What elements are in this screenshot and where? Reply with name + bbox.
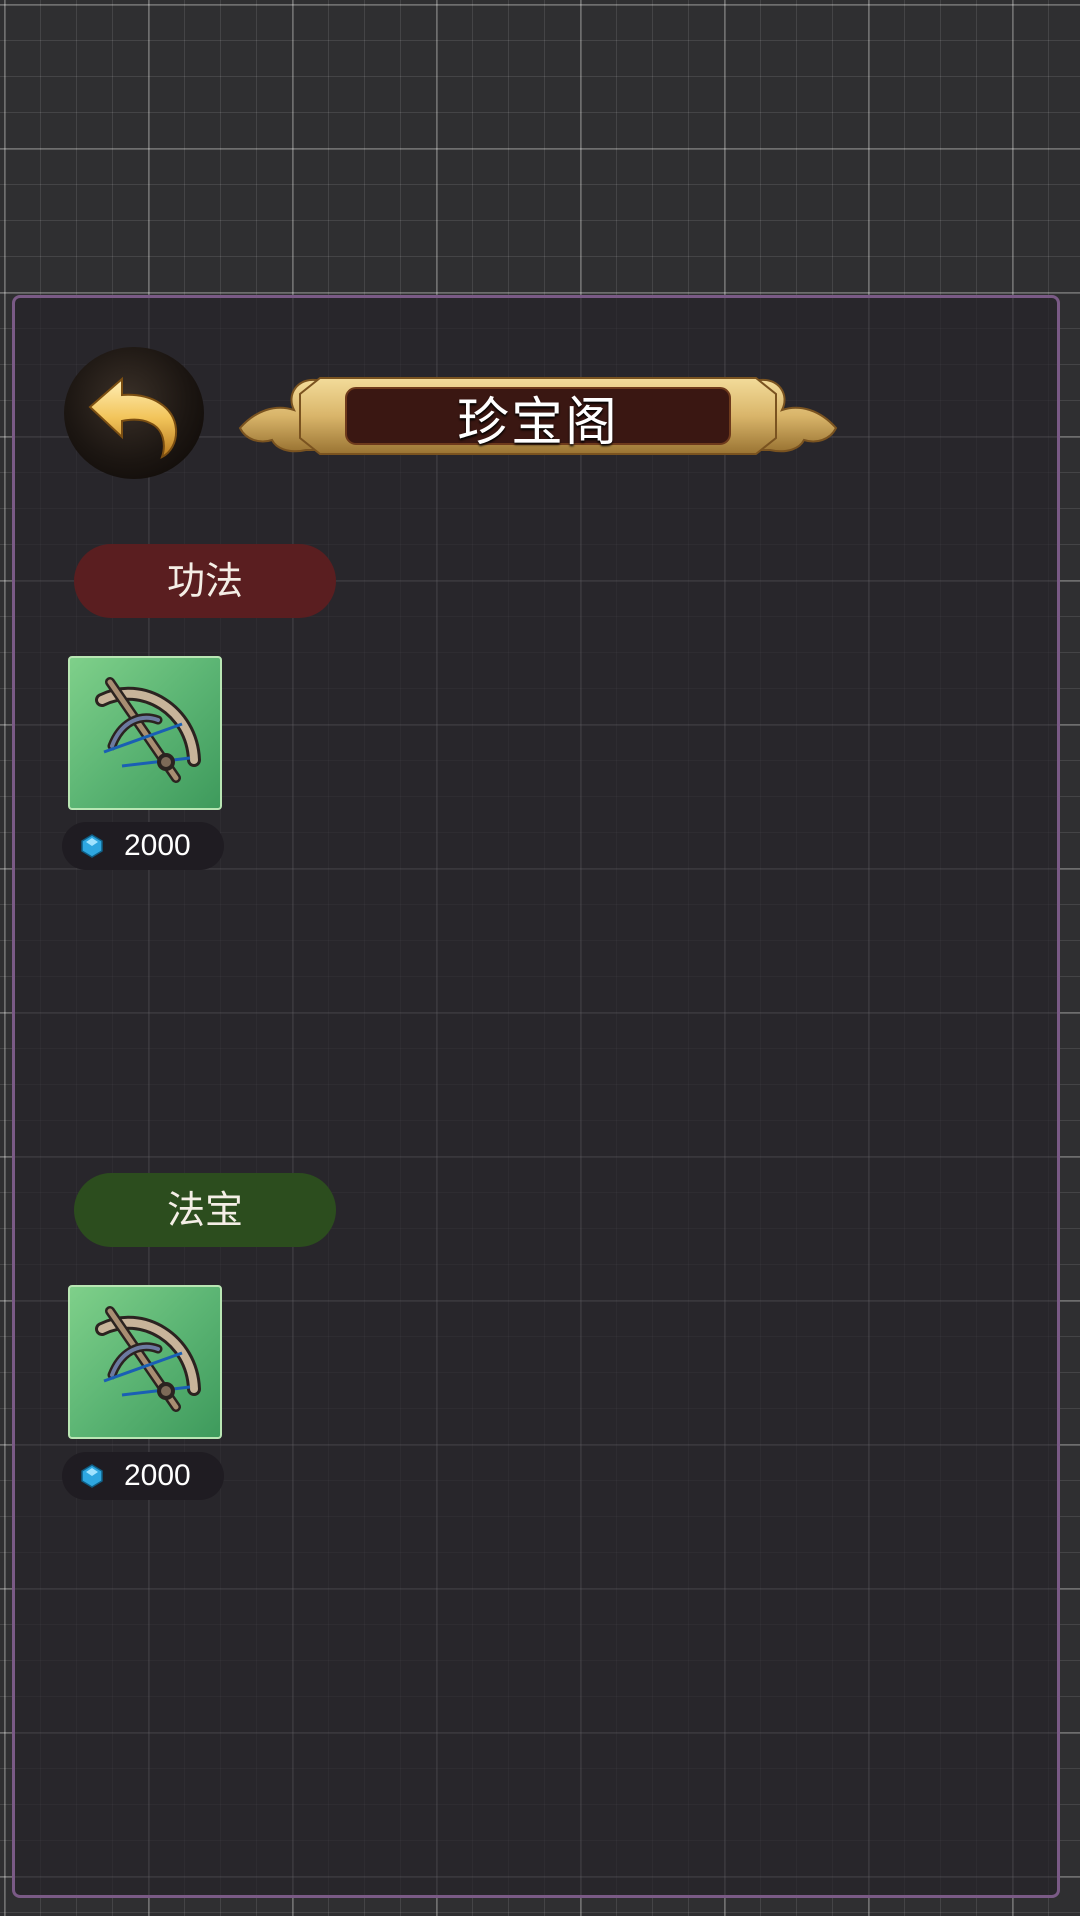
blue-gem-icon xyxy=(81,834,103,858)
crossbow-icon xyxy=(95,677,201,783)
section-tab-fabao[interactable]: 法宝 xyxy=(74,1173,336,1247)
price-value: 2000 xyxy=(124,1459,191,1492)
grid-background: 珍宝阁 功法 2000 法宝 2000 xyxy=(0,0,1080,1916)
title-banner: 珍宝阁 xyxy=(236,358,840,470)
shop-item-card[interactable] xyxy=(68,1285,222,1439)
section-tab-gongfa[interactable]: 功法 xyxy=(74,544,336,618)
back-arrow-icon xyxy=(88,376,178,459)
crossbow-icon xyxy=(95,1306,201,1412)
blue-gem-icon xyxy=(81,1464,103,1488)
price-tag: 2000 xyxy=(62,822,224,870)
shop-item-card[interactable] xyxy=(68,656,222,810)
page-title: 珍宝阁 xyxy=(456,393,619,453)
back-button[interactable] xyxy=(64,347,204,479)
shop-panel xyxy=(12,295,1060,1898)
price-value: 2000 xyxy=(124,829,191,862)
price-tag: 2000 xyxy=(62,1452,224,1500)
